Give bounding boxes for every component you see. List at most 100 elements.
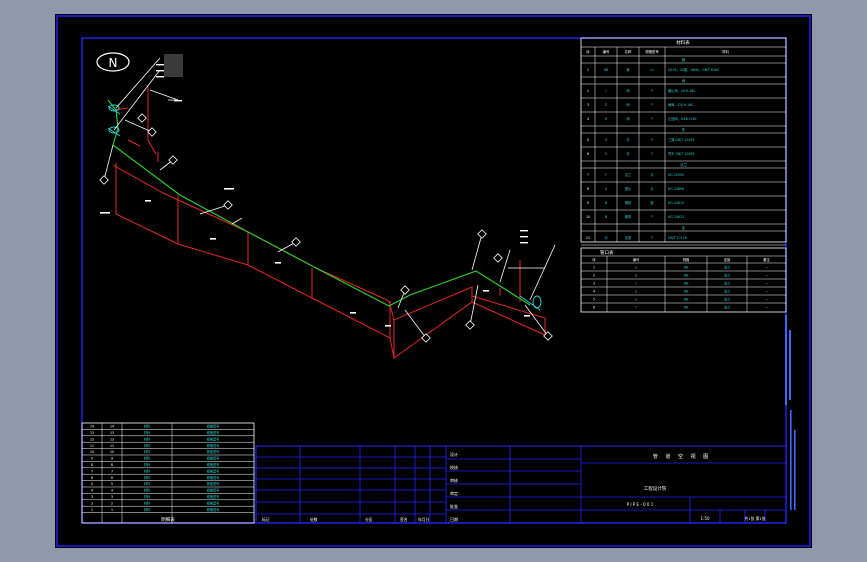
parts-list-cell: 10 [90, 450, 94, 454]
material-cell: 阀 [626, 102, 629, 107]
nozzle-cell: 2 [593, 274, 595, 278]
parts-list-cell: 4 [91, 489, 93, 493]
nozzle-cell: 法兰 [724, 281, 730, 286]
parts-list-cell: 6 [91, 476, 93, 480]
parts-list-cell: 材料 [144, 462, 151, 467]
nozzle-cell: 法兰 [724, 273, 730, 278]
material-cell: m [650, 68, 653, 72]
parts-list-cell: 7 [91, 469, 93, 473]
title-block-bottom-label: 签名 [400, 517, 408, 522]
parts-list-cell: 规格型号 [207, 488, 220, 493]
parts-list-cell: 规格型号 [207, 494, 220, 499]
parts-list-cell: 材料 [144, 456, 151, 461]
title-block-label: 设计 [450, 451, 458, 457]
nozzle-cell: DN [684, 298, 689, 302]
company-name: 工程设计院 [644, 485, 667, 492]
material-header-cell: 规格型号 [645, 49, 659, 54]
parts-list-cell: 材料 [144, 475, 151, 480]
material-cell: 垫片 [625, 186, 631, 191]
nozzle-cell: a [635, 266, 637, 270]
parts-list-cell: 材料 [144, 488, 151, 493]
nozzle-header-cell: 编号 [633, 257, 640, 262]
parts-list-cell: 9 [91, 457, 93, 461]
parts-list-cell: 规格型号 [207, 443, 220, 448]
material-cell: 4 [587, 117, 589, 121]
nozzle-cell: 4 [593, 290, 595, 294]
cad-viewport[interactable]: N 材料表 序 编号 名称 规格型号 材料管1 DN 管 m Q235，20钢，… [0, 0, 867, 562]
material-cell: HG 20613 [668, 215, 684, 219]
material-cell: 截止阀，J41H-16C [668, 88, 696, 93]
nozzle-cell: DN [684, 282, 689, 286]
material-section-label: 法兰 [680, 162, 687, 167]
parts-list-cell: 1 [111, 508, 113, 512]
material-cell: 9 [587, 201, 589, 205]
nozzle-cell: 法兰 [724, 297, 730, 302]
material-header-cell: 名称 [625, 49, 632, 54]
parts-list-cell: 规格型号 [207, 475, 220, 480]
parts-list-cell: 9 [111, 457, 113, 461]
parts-list-cell: 材料 [144, 500, 151, 505]
material-cell: 6 [587, 152, 589, 156]
material-cell: 1 [587, 68, 589, 72]
parts-list-cell: 11 [110, 444, 114, 448]
material-cell: S [605, 138, 607, 142]
nozzle-cell: 1 [593, 266, 595, 270]
parts-list-cell: 6 [111, 476, 113, 480]
material-cell: 8 [587, 187, 589, 191]
material-cell: GB/T 17116 [668, 236, 687, 240]
parts-list-cell: 规格型号 [207, 481, 220, 486]
nozzle-cell: 6 [593, 306, 595, 310]
nozzle-cell: 法兰 [724, 265, 730, 270]
title-block-bottom-label: 处数 [310, 517, 318, 522]
parts-list-cell: 规格型号 [207, 430, 220, 435]
parts-list-cell: 规格型号 [207, 449, 220, 454]
material-cell: 闸阀，Z41H-16C [668, 102, 694, 107]
nozzle-cell: 3 [593, 282, 595, 286]
legend-swatch [164, 54, 183, 77]
parts-list-cell: 11 [90, 444, 94, 448]
nozzle-table-title: 管口表 [600, 249, 614, 256]
parts-list-cell: 3 [111, 495, 113, 499]
parts-list-cell: 13 [110, 431, 114, 435]
parts-list-cell: 8 [111, 463, 113, 467]
drawing-scale: 1:50 [701, 516, 710, 521]
parts-list-cell: 规格型号 [207, 424, 220, 429]
parts-list-cell: 10 [110, 450, 114, 454]
parts-list-cell: 14 [110, 425, 114, 429]
parts-list-cell: 材料 [144, 468, 151, 473]
parts-list-cell: 12 [110, 437, 114, 441]
nozzle-cell: 法兰 [724, 289, 730, 294]
material-cell: 片 [650, 172, 653, 177]
material-cell: 3 [587, 103, 589, 107]
material-cell: F [605, 173, 607, 177]
material-cell: 法兰 [625, 172, 631, 177]
material-cell: 5 [587, 138, 589, 142]
nozzle-header-cell: 备注 [763, 257, 770, 262]
material-cell: E [605, 152, 607, 156]
nozzle-cell: DN [684, 290, 689, 294]
material-cell: 止回阀，H44H-16C [668, 116, 698, 121]
parts-list-cell: 2 [111, 501, 113, 505]
parts-list-cell: 8 [91, 463, 93, 467]
material-cell: 片 [650, 186, 653, 191]
drawing-number: P I P E - 0 0 1 [627, 502, 654, 507]
parts-list-cell: 材料 [144, 430, 151, 435]
parts-list-cell: 规格型号 [207, 436, 220, 441]
nozzle-cell: DN [684, 274, 689, 278]
title-block-label: 批准 [450, 503, 458, 509]
material-cell: 11 [586, 236, 590, 240]
parts-list-cell: 材料 [144, 507, 151, 512]
material-cell: 螺栓 [625, 200, 632, 205]
parts-list-cell: 规格型号 [207, 456, 220, 461]
nozzle-cell: e [635, 298, 637, 302]
title-block-label: 审定 [450, 490, 458, 496]
nozzle-cell: c [635, 282, 637, 286]
parts-list-cell: 材料 [144, 494, 151, 499]
material-cell: 弯头 GB/T 12459 [668, 151, 694, 156]
parts-list-cell: 规格型号 [207, 462, 220, 467]
material-header-cell: 材料 [722, 49, 729, 54]
title-block-label: 审核 [450, 477, 458, 483]
material-header-cell: 编号 [603, 49, 610, 54]
parts-list-cell: 14 [90, 425, 94, 429]
nozzle-cell: d [635, 290, 637, 294]
